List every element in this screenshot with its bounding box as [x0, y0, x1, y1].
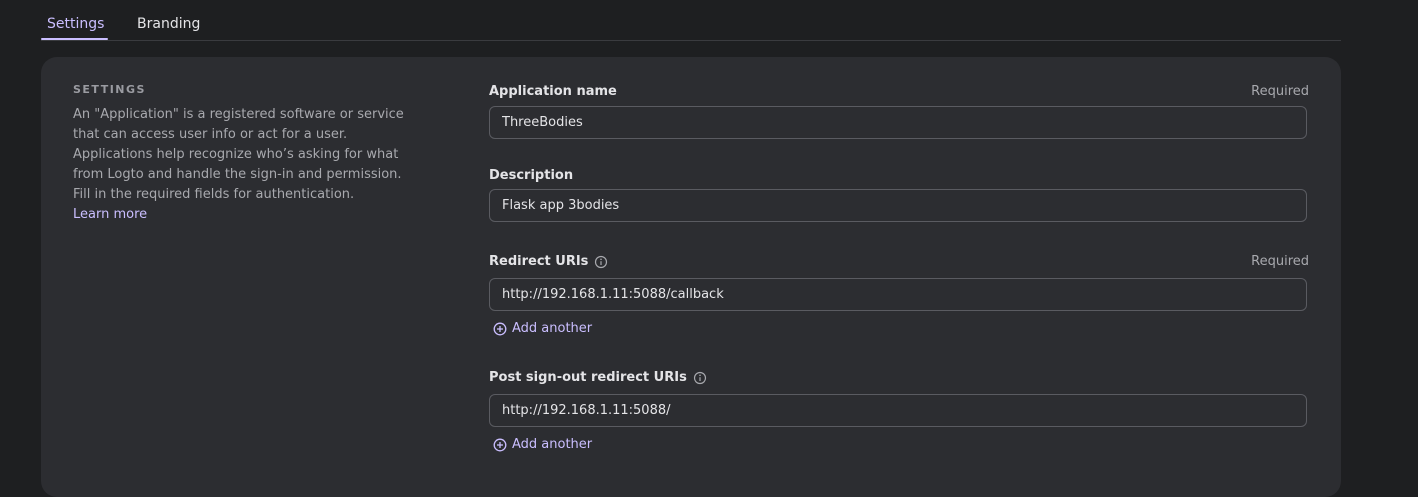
redirect-uri-input[interactable]: [489, 278, 1307, 311]
plus-circle-icon: [493, 438, 507, 452]
app-name-label: Application name: [489, 83, 617, 101]
learn-more-link[interactable]: Learn more: [73, 205, 147, 225]
add-post-signout-uri-label: Add another: [512, 437, 593, 452]
app-name-label-text: Application name: [489, 84, 617, 99]
post-signout-uris-label: Post sign-out redirect URIs: [489, 369, 707, 387]
post-signout-uris-label-text: Post sign-out redirect URIs: [489, 370, 687, 385]
redirect-uris-label: Redirect URIs: [489, 253, 608, 271]
add-post-signout-uri-button[interactable]: Add another: [493, 436, 592, 454]
info-circle-icon[interactable]: [693, 371, 707, 385]
description-input[interactable]: [489, 189, 1307, 222]
tab-bar: Settings Branding: [41, 0, 1341, 41]
section-title: SETTINGS: [73, 83, 146, 96]
tab-branding[interactable]: Branding: [137, 14, 200, 34]
description-label-text: Description: [489, 168, 574, 183]
redirect-uris-required: Required: [1251, 254, 1309, 269]
add-redirect-uri-button[interactable]: Add another: [493, 320, 592, 338]
add-redirect-uri-label: Add another: [512, 321, 593, 336]
post-signout-uri-input[interactable]: [489, 394, 1307, 427]
tab-settings[interactable]: Settings: [47, 14, 104, 34]
redirect-uris-label-text: Redirect URIs: [489, 254, 589, 269]
settings-card: SETTINGS An "Application" is a registere…: [41, 57, 1341, 497]
plus-circle-icon: [493, 322, 507, 336]
active-tab-indicator: [41, 38, 108, 40]
section-description: An "Application" is a registered softwar…: [73, 107, 404, 202]
info-circle-icon[interactable]: [594, 255, 608, 269]
app-name-input[interactable]: [489, 106, 1307, 139]
app-name-required: Required: [1251, 84, 1309, 99]
description-label: Description: [489, 167, 573, 185]
